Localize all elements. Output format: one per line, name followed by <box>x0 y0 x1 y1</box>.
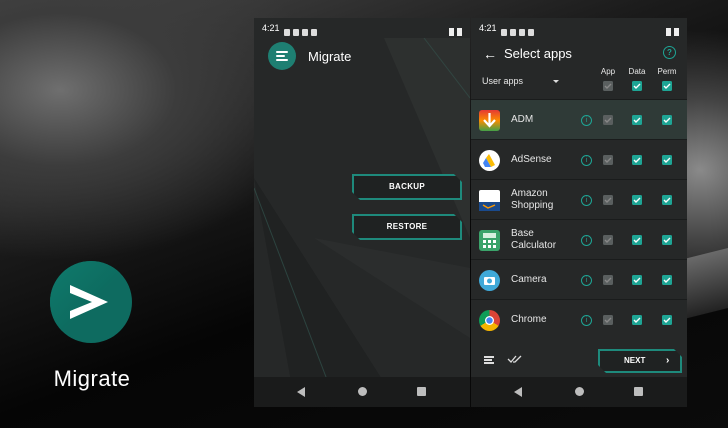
select-all-data-checkbox[interactable] <box>632 81 642 91</box>
list-options-icon-line <box>484 362 494 364</box>
notification-icons <box>501 23 537 36</box>
perm-checkbox[interactable] <box>662 315 672 325</box>
nav-back-icon[interactable] <box>514 387 522 397</box>
app-name: ADM <box>511 114 534 125</box>
app-name: Camera <box>511 274 547 285</box>
app-checkbox[interactable] <box>603 275 613 285</box>
status-time: 4:21 <box>479 23 497 33</box>
background-decoration <box>254 38 470 378</box>
notification-icons <box>284 23 320 36</box>
data-checkbox[interactable] <box>632 315 642 325</box>
select-all-perm-checkbox[interactable] <box>662 81 672 91</box>
migrate-logo <box>50 261 132 343</box>
app-checkbox[interactable] <box>603 315 613 325</box>
bottom-action-bar: NEXT › <box>471 342 687 377</box>
info-icon[interactable]: i <box>581 275 592 286</box>
list-item[interactable]: ADM i <box>471 99 687 140</box>
nav-recents-icon[interactable] <box>417 387 426 396</box>
info-icon[interactable]: i <box>581 235 592 246</box>
next-label: NEXT <box>624 356 646 365</box>
list-item[interactable]: Amazon Shopping i <box>471 179 687 220</box>
nav-back-icon[interactable] <box>297 387 305 397</box>
menu-icon <box>276 51 288 53</box>
camera-icon <box>479 270 500 291</box>
list-options-icon-line <box>484 359 492 361</box>
column-header-data: Data <box>628 67 646 76</box>
nav-home-icon[interactable] <box>358 387 367 396</box>
status-time: 4:21 <box>262 23 280 33</box>
logo-chevron-icon <box>70 285 108 319</box>
phone-main-screen: 4:21 Migrate BACKUP RESTORE <box>254 18 470 407</box>
perm-checkbox[interactable] <box>662 275 672 285</box>
status-bar: 4:21 <box>254 18 470 38</box>
app-name: AdSense <box>511 154 552 165</box>
perm-checkbox[interactable] <box>662 155 672 165</box>
list-item[interactable]: Base Calculator i <box>471 219 687 260</box>
list-item[interactable]: Camera i <box>471 259 687 300</box>
calculator-icon <box>479 230 500 251</box>
phone-select-apps-screen: 4:21 ← Select apps ? User apps App Data … <box>471 18 687 407</box>
backup-button[interactable]: BACKUP <box>352 174 462 200</box>
app-checkbox[interactable] <box>603 155 613 165</box>
status-bar: 4:21 <box>471 18 687 38</box>
app-checkbox[interactable] <box>603 195 613 205</box>
signal-battery-icons <box>446 23 462 43</box>
data-checkbox[interactable] <box>632 155 642 165</box>
perm-checkbox[interactable] <box>662 195 672 205</box>
nav-home-icon[interactable] <box>575 387 584 396</box>
app-name: Base Calculator <box>511 228 557 251</box>
select-all-app-checkbox[interactable] <box>603 81 613 91</box>
info-icon[interactable]: i <box>581 315 592 326</box>
menu-button[interactable] <box>268 42 296 70</box>
data-checkbox[interactable] <box>632 115 642 125</box>
data-checkbox[interactable] <box>632 275 642 285</box>
signal-battery-icons <box>663 23 679 43</box>
select-all-icon[interactable] <box>507 354 523 364</box>
next-button[interactable]: NEXT › <box>598 349 682 373</box>
amazon-icon <box>479 190 500 211</box>
perm-checkbox[interactable] <box>662 115 672 125</box>
list-item[interactable]: Chrome i <box>471 299 687 340</box>
nav-recents-icon[interactable] <box>634 387 643 396</box>
app-checkbox[interactable] <box>603 115 613 125</box>
list-item[interactable]: AdSense i <box>471 139 687 180</box>
app-name: Chrome <box>511 314 547 325</box>
info-icon[interactable]: i <box>581 115 592 126</box>
filter-dropdown[interactable]: User apps <box>482 76 523 86</box>
menu-icon-line <box>276 59 288 61</box>
navigation-bar <box>471 377 687 407</box>
hero-app-name: Migrate <box>53 366 131 391</box>
data-checkbox[interactable] <box>632 235 642 245</box>
navigation-bar <box>254 377 470 407</box>
app-name: Amazon Shopping <box>511 188 554 211</box>
restore-button[interactable]: RESTORE <box>352 214 462 240</box>
chevron-right-icon: › <box>666 355 670 366</box>
column-header-perm: Perm <box>657 67 677 76</box>
chrome-icon <box>479 310 500 331</box>
page-title: Migrate <box>308 49 352 64</box>
help-icon[interactable]: ? <box>663 46 676 59</box>
info-icon[interactable]: i <box>581 195 592 206</box>
menu-icon-line <box>276 55 285 57</box>
back-arrow-icon[interactable]: ← <box>483 46 497 62</box>
column-header-app: App <box>600 67 616 76</box>
list-options-icon-line <box>484 356 494 358</box>
page-title: Select apps <box>504 46 572 61</box>
adm-icon <box>479 110 500 131</box>
info-icon[interactable]: i <box>581 155 592 166</box>
adsense-icon <box>479 150 500 171</box>
data-checkbox[interactable] <box>632 195 642 205</box>
app-checkbox[interactable] <box>603 235 613 245</box>
dropdown-caret-icon[interactable] <box>553 80 559 83</box>
perm-checkbox[interactable] <box>662 235 672 245</box>
